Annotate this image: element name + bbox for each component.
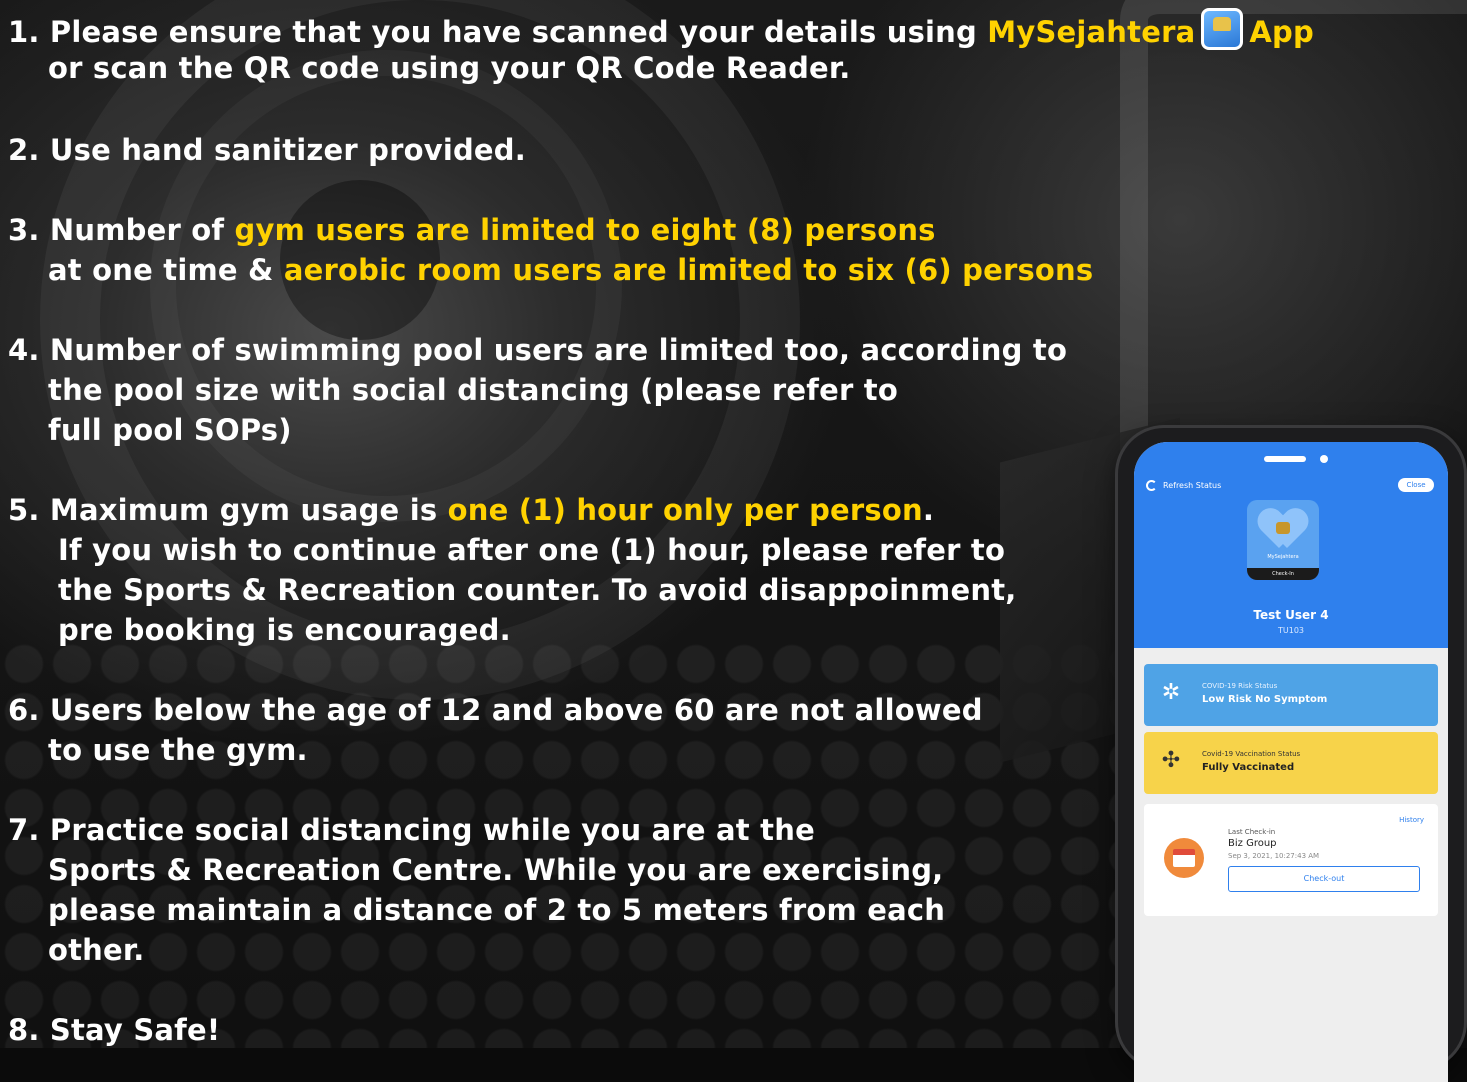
vaccination-status-label: Covid-19 Vaccination Status: [1202, 750, 1301, 758]
gym-users-limit-highlight: gym users are limited to eight (8) perso…: [234, 213, 936, 247]
rule-7-line-1: 7. Practice social distancing while you …: [8, 813, 815, 847]
shop-icon: [1164, 838, 1204, 878]
last-checkin-card: History Last Check-in Biz Group Sep 3, 2…: [1144, 804, 1438, 916]
phone-mockup: Refresh Status Close MySejahtera Check-I…: [1118, 428, 1464, 1082]
rule-5-period: .: [922, 493, 935, 527]
rule-5: 5. Maximum gym usage is one (1) hour onl…: [8, 490, 1016, 650]
rule-7-line-4: other.: [48, 933, 145, 967]
rule-4-line-1: 4. Number of swimming pool users are lim…: [8, 333, 1068, 367]
check-in-tag: Check-In: [1247, 568, 1319, 580]
rule-2: 2. Use hand sanitizer provided.: [8, 130, 526, 170]
app-name-label: MySejahtera: [1267, 554, 1299, 560]
front-camera: [1320, 455, 1328, 463]
last-checkin-label: Last Check-in: [1228, 828, 1276, 836]
refresh-status-label: Refresh Status: [1163, 481, 1222, 490]
user-name: Test User 4: [1253, 608, 1329, 622]
rule-1-line-2: or scan the QR code using your QR Code R…: [48, 51, 851, 85]
risk-status-label: COVID-19 Risk Status: [1202, 682, 1278, 690]
rule-6-line-1: 6. Users below the age of 12 and above 6…: [8, 693, 983, 727]
rule-5-line-3: the Sports & Recreation counter. To avoi…: [58, 573, 1017, 607]
gear-virus-icon: ✲: [1161, 680, 1181, 705]
rule-2-text: 2. Use hand sanitizer provided.: [8, 133, 526, 167]
risk-status-card[interactable]: ✲ COVID-19 Risk Status Low Risk No Sympt…: [1144, 664, 1438, 726]
rule-4: 4. Number of swimming pool users are lim…: [8, 330, 1067, 450]
vaccination-status-card[interactable]: ✣ Covid-19 Vaccination Status Fully Vacc…: [1144, 732, 1438, 794]
business-name: Biz Group: [1228, 838, 1277, 849]
mysejahtera-app-icon: [1201, 8, 1244, 50]
rule-8-text: 8. Stay Safe!: [8, 1013, 221, 1047]
profile-header: Refresh Status Close MySejahtera Check-I…: [1134, 442, 1448, 648]
rule-7: 7. Practice social distancing while you …: [8, 810, 945, 970]
coat-of-arms-icon: [1276, 522, 1290, 534]
check-out-button[interactable]: Check-out: [1228, 866, 1420, 892]
user-id: TU103: [1277, 626, 1304, 635]
rule-3-text: 3. Number of: [8, 213, 235, 247]
rule-4-line-3: full pool SOPs): [48, 413, 292, 447]
rule-6: 6. Users below the age of 12 and above 6…: [8, 690, 983, 770]
rule-1-text: 1. Please ensure that you have scanned y…: [8, 15, 988, 49]
speaker-slot: [1264, 456, 1306, 462]
mysejahtera-logo: MySejahtera Check-In: [1247, 500, 1319, 580]
rule-8: 8. Stay Safe!: [8, 1010, 220, 1050]
risk-status-value: Low Risk No Symptom: [1202, 694, 1328, 705]
history-link[interactable]: History: [1399, 816, 1424, 824]
refresh-status-button[interactable]: Refresh Status: [1146, 480, 1221, 491]
rule-6-line-2: to use the gym.: [48, 733, 308, 767]
rule-5-line-4: pre booking is encouraged.: [58, 613, 511, 647]
aerobic-room-limit-highlight: aerobic room users are limited to six (6…: [283, 253, 1094, 287]
vaccine-icon: ✣: [1161, 748, 1181, 773]
refresh-icon: [1146, 480, 1157, 491]
mysejahtera-highlight: MySejahtera: [987, 15, 1196, 49]
rule-1: 1. Please ensure that you have scanned y…: [8, 8, 1314, 88]
rule-3-line-2: at one time &: [48, 253, 284, 287]
rule-5-text: 5. Maximum gym usage is: [8, 493, 448, 527]
rule-4-line-2: the pool size with social distancing (pl…: [48, 373, 898, 407]
rule-3: 3. Number of gym users are limited to ei…: [8, 210, 1093, 290]
checkin-timestamp: Sep 3, 2021, 10:27:43 AM: [1228, 852, 1320, 860]
close-button[interactable]: Close: [1398, 478, 1434, 492]
gym-usage-limit-highlight: one (1) hour only per person: [447, 493, 923, 527]
app-highlight: App: [1249, 15, 1314, 49]
rule-5-line-2: If you wish to continue after one (1) ho…: [58, 533, 1006, 567]
rule-7-line-3: please maintain a distance of 2 to 5 met…: [48, 893, 946, 927]
mysejahtera-screen: Refresh Status Close MySejahtera Check-I…: [1134, 442, 1448, 1082]
vaccination-status-value: Fully Vaccinated: [1202, 762, 1295, 773]
rule-7-line-2: Sports & Recreation Centre. While you ar…: [48, 853, 944, 887]
